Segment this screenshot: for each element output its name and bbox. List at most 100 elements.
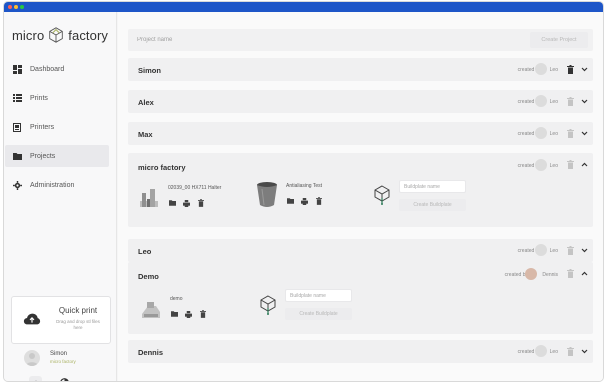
sidebar-item-label: Projects	[30, 152, 56, 160]
expand-project-button[interactable]	[579, 346, 589, 356]
delete-print-button[interactable]	[314, 197, 323, 205]
chevron-down-icon	[581, 99, 587, 103]
dashboard-icon	[12, 64, 22, 74]
trash-icon	[567, 347, 574, 356]
open-folder-button[interactable]	[170, 310, 179, 318]
printer-icon	[185, 310, 192, 318]
project-name: Dennis	[138, 348, 164, 357]
create-buildplate-button[interactable]: Create Buildplate	[399, 199, 466, 211]
project-row-max[interactable]: Max created by Leo	[128, 122, 593, 145]
project-row-simon[interactable]: Simon created by Leo	[128, 58, 593, 81]
app-window: micro factory Dashboard Prints Printers …	[3, 1, 604, 382]
quick-print-dropzone[interactable]: Quick print Drag and drop stl files here	[11, 296, 111, 344]
delete-project-button[interactable]	[566, 268, 575, 279]
buildplate-cube-icon	[374, 185, 390, 205]
delete-print-button[interactable]	[196, 199, 205, 207]
print-actions	[168, 199, 210, 207]
trash-icon	[567, 129, 574, 138]
app-logo[interactable]: micro factory	[12, 26, 108, 44]
project-row-leo[interactable]: Leo created by Leo	[128, 239, 593, 262]
project-name: micro factory	[138, 163, 186, 172]
sidebar-item-administration[interactable]: Administration	[4, 174, 117, 196]
avatar	[535, 244, 547, 256]
delete-project-button[interactable]	[566, 64, 575, 75]
delete-project-button[interactable]	[566, 96, 575, 107]
user-profile[interactable]: Simon micro factory	[22, 350, 112, 368]
creator-name: Leo	[549, 131, 558, 137]
expand-project-button[interactable]	[579, 96, 589, 106]
close-window-button[interactable]	[8, 5, 12, 9]
project-row-demo[interactable]: Demo created by Dennis demo Buildplate n…	[128, 262, 593, 334]
project-name: Alex	[138, 98, 154, 107]
maximize-window-button[interactable]	[20, 5, 24, 9]
chevron-down-icon	[581, 67, 587, 71]
open-folder-button[interactable]	[168, 199, 177, 207]
project-row-dennis[interactable]: Dennis created by Leo	[128, 340, 593, 363]
expand-project-button[interactable]	[579, 128, 589, 138]
print-name: demo	[170, 296, 183, 302]
trash-icon	[197, 199, 204, 207]
sidebar-item-dashboard[interactable]: Dashboard	[4, 58, 117, 80]
sidebar-nav: Dashboard Prints Printers Projects Admin…	[4, 58, 117, 203]
print-actions	[286, 197, 328, 205]
trash-icon	[567, 246, 574, 255]
sidebar-item-projects[interactable]: Projects	[5, 145, 109, 167]
folder-icon	[169, 200, 176, 206]
project-name: Demo	[138, 272, 159, 281]
expand-project-button[interactable]	[579, 245, 589, 255]
delete-project-button[interactable]	[566, 245, 575, 256]
logo-text-right: factory	[68, 27, 108, 43]
avatar	[535, 345, 547, 357]
print-button[interactable]	[184, 310, 193, 318]
trash-icon	[567, 97, 574, 106]
print-button[interactable]	[182, 199, 191, 207]
project-row-alex[interactable]: Alex created by Leo	[128, 90, 593, 113]
sidebar-item-prints[interactable]: Prints	[4, 87, 117, 109]
main-content: Create Project Simon created by Leo Alex…	[118, 12, 603, 381]
create-project-button[interactable]: Create Project	[530, 32, 588, 48]
theme-toggle-button[interactable]	[58, 376, 71, 381]
title-bar	[4, 2, 603, 12]
trash-icon	[315, 197, 322, 205]
quick-print-subtitle: Drag and drop stl files here	[56, 319, 100, 330]
folder-icon	[171, 311, 178, 317]
buildplate-name-input[interactable]	[399, 180, 466, 193]
sidebar-item-printers[interactable]: Printers	[4, 116, 117, 138]
collapse-project-button[interactable]	[579, 159, 589, 169]
avatar	[535, 127, 547, 139]
sidebar-item-label: Administration	[30, 181, 75, 189]
user-name: Simon	[50, 351, 68, 357]
delete-project-button[interactable]	[566, 346, 575, 357]
create-buildplate-button[interactable]: Create Buildplate	[285, 308, 352, 320]
avatar	[535, 95, 547, 107]
buildplate-name-input[interactable]	[285, 289, 352, 302]
print-card[interactable]: demo	[140, 294, 230, 326]
delete-print-button[interactable]	[198, 310, 207, 318]
open-folder-button[interactable]	[286, 197, 295, 205]
trash-icon	[567, 269, 574, 278]
collapse-sidebar-button[interactable]: ‹	[29, 376, 42, 381]
creator-name: Leo	[549, 67, 558, 73]
project-row-micro-factory[interactable]: micro factory created by Leo 02039_00 HX…	[128, 153, 593, 227]
print-card[interactable]: 02039_00 HX711 Halter	[138, 183, 248, 215]
collapse-project-button[interactable]	[579, 268, 589, 278]
chevron-up-icon	[581, 162, 587, 166]
print-thumbnail-image	[140, 189, 158, 207]
expand-project-button[interactable]	[579, 64, 589, 74]
project-name-input[interactable]	[128, 29, 523, 51]
create-project-bar: Create Project	[128, 29, 593, 51]
print-thumbnail-image	[257, 182, 277, 207]
print-card[interactable]: Antialiasing Test	[256, 181, 366, 213]
sidebar: micro factory Dashboard Prints Printers …	[4, 12, 117, 381]
user-organization: micro factory	[50, 359, 76, 364]
folder-icon	[287, 198, 294, 204]
logo-text-left: micro	[12, 27, 45, 43]
print-button[interactable]	[300, 197, 309, 205]
delete-project-button[interactable]	[566, 128, 575, 139]
sidebar-item-label: Prints	[30, 94, 48, 102]
delete-project-button[interactable]	[566, 159, 575, 170]
avatar	[535, 63, 547, 75]
project-name: Max	[138, 130, 153, 139]
minimize-window-button[interactable]	[14, 5, 18, 9]
print-actions	[170, 310, 212, 318]
